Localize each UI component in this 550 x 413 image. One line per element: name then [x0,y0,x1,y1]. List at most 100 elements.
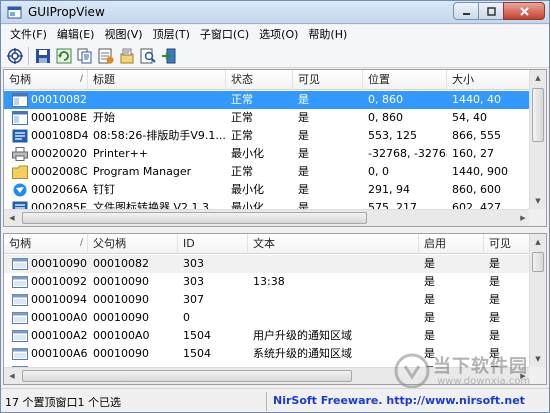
cell-enabled-text: 是 [424,275,435,288]
cell-state: 最小化 [226,181,293,199]
scroll-left-arrow-icon[interactable]: ◀ [4,210,20,226]
child-window-row[interactable]: 00010092 00010090 303 13:38 是 是 [4,273,531,291]
menu-file[interactable]: 文件(F) [5,25,52,44]
scroll-corner [529,209,546,226]
col-handle[interactable]: 句柄 / [4,70,88,90]
cell-visible: 是 [293,145,363,163]
exit-button[interactable] [159,46,178,65]
title-bar[interactable]: GUIPropView [1,1,549,24]
cell-position: 553, 125 [363,127,447,145]
properties-button[interactable] [117,46,136,65]
close-button[interactable] [503,2,545,20]
top-list-horizontal-scrollbar[interactable]: ◀ ▶ [4,209,531,226]
nirsoft-link[interactable]: NirSoft Freeware. http://www.nirsoft.net [273,394,525,407]
window-row[interactable]: 0001008E 开始 正常 是 0, 860 54, 40 [4,109,531,127]
cell-size-text: 866, 555 [452,129,501,142]
col-visible[interactable]: 可见 [293,70,363,90]
cell-handle: 00010082 [4,91,88,109]
minimize-button[interactable] [453,2,479,20]
window-row[interactable]: 00010082 正常 是 0, 860 1440, 40 [4,91,531,109]
cell-title: 钉钉 [88,181,226,199]
top-list-vertical-scrollbar[interactable]: ▲ ▼ [529,70,546,209]
col-enabled[interactable]: 启用 [419,234,484,254]
window-controls [453,2,545,21]
col-title[interactable]: 标题 [88,70,226,90]
window-row[interactable]: 000108D4 08:58:26-排版助手V9.1... 正常 是 553, 125 8… [4,127,531,145]
menu-toplevel[interactable]: 顶层(T) [148,25,195,44]
window-row[interactable]: 00020020 Printer++ 最小化 是 -32768, -32768 160, … [4,145,531,163]
copy-html-button[interactable] [96,46,115,65]
cell-text: 系统升级的通知区域 [248,345,419,363]
menu-help[interactable]: 帮助(H) [303,25,352,44]
cell-enabled-text: 是 [424,311,435,324]
scroll-up-arrow-icon[interactable]: ▲ [530,234,546,250]
scroll-down-arrow-icon[interactable]: ▼ [530,193,546,209]
scroll-down-arrow-icon[interactable]: ▼ [530,351,546,367]
cell-parent-handle: 00010090 [88,291,178,309]
scroll-up-arrow-icon[interactable]: ▲ [530,70,546,86]
cell-visible: 是 [293,181,363,199]
cell-position-text: 0, 860 [368,111,403,124]
col-state[interactable]: 状态 [226,70,293,90]
refresh-button[interactable] [54,46,73,65]
window-icon [12,111,28,125]
app-window: GUIPropView 文件(F) 编辑(E) 视图(V) 顶层(T) 子窗口(… [0,0,550,413]
col-id[interactable]: ID [178,234,248,254]
cell-title-text: 钉钉 [93,183,115,196]
cell-parent-handle: 000100A0 [88,327,178,345]
menu-bar: 文件(F) 编辑(E) 视图(V) 顶层(T) 子窗口(C) 选项(O) 帮助(… [1,25,549,44]
cell-size-text: 160, 27 [452,147,494,160]
top-level-windows-list[interactable]: 句柄 / 标题 状态 可见 位置 大小 00010082 正常是 0, 860 1440… [3,69,547,227]
cell-size: 1440, 40 [447,91,531,109]
find-button[interactable] [138,46,157,65]
cell-text [248,291,419,309]
cell-visible-text: 是 [298,147,309,160]
cell-handle-text: 0002066A [31,183,88,196]
save-icon [35,48,50,63]
menu-edit[interactable]: 编辑(E) [52,25,100,44]
menu-view[interactable]: 视图(V) [99,25,147,44]
col-size[interactable]: 大小 [447,70,531,90]
bottom-list-horizontal-scrollbar[interactable]: ◀ ▶ [4,367,531,384]
status-divider [266,392,267,411]
col-handle-label: 句柄 [9,73,31,86]
bottom-list-vertical-scrollbar[interactable]: ▲ ▼ [529,234,546,367]
maximize-button[interactable] [478,2,504,20]
find-icon [140,48,156,63]
scroll-thumb[interactable] [532,252,544,272]
cell-visible-text: 是 [489,311,500,324]
cell-parent-handle: 00010090 [88,273,178,291]
app-icon [7,6,22,19]
cell-enabled: 是 [419,291,484,309]
scroll-left-arrow-icon[interactable]: ◀ [4,368,20,384]
child-window-row[interactable]: 000100A6 00010090 1504 系统升级的通知区域 是 是 [4,345,531,363]
target-button[interactable] [5,46,24,65]
cell-handle: 000100A2 [4,327,88,345]
cell-state-text: 正常 [231,129,253,142]
menu-child-windows[interactable]: 子窗口(C) [195,25,254,44]
col-child-handle[interactable]: 句柄 / [4,234,88,254]
child-windows-list[interactable]: 句柄 / 父句柄 ID 文本 启用 可见 00010090 00010082 303 是… [3,233,547,385]
window-row[interactable]: 0002008C Program Manager 正常 是 0, 0 1440, 900 [4,163,531,181]
menu-options[interactable]: 选项(O) [254,25,303,44]
child-window-row[interactable]: 00010094 00010090 307 是 是 [4,291,531,309]
cell-id: 0 [178,309,248,327]
cell-state: 最小化 [226,145,293,163]
cell-visible-text: 是 [489,329,500,342]
window-row[interactable]: 0002066A 钉钉 最小化 是 291, 94 860, 600 [4,181,531,199]
cell-visible: 是 [293,91,363,109]
col-parent-handle[interactable]: 父句柄 [88,234,178,254]
child-window-row[interactable]: 000100A2 000100A0 1504 用户升级的通知区域 是 是 [4,327,531,345]
scroll-thumb-horizontal[interactable] [22,212,367,224]
copy-button[interactable] [75,46,94,65]
col-position[interactable]: 位置 [363,70,447,90]
child-window-row[interactable]: 000100A0 00010090 0 是 是 [4,309,531,327]
scroll-thumb-horizontal[interactable] [22,370,352,382]
col-child-visible[interactable]: 可见 [484,234,531,254]
cell-text-text: 13:38 [253,275,285,288]
child-window-row[interactable]: 00010090 00010082 303 是 是 [4,255,531,273]
col-text[interactable]: 文本 [248,234,419,254]
scroll-thumb[interactable] [532,88,544,142]
save-button[interactable] [33,46,52,65]
cell-visible: 是 [293,127,363,145]
